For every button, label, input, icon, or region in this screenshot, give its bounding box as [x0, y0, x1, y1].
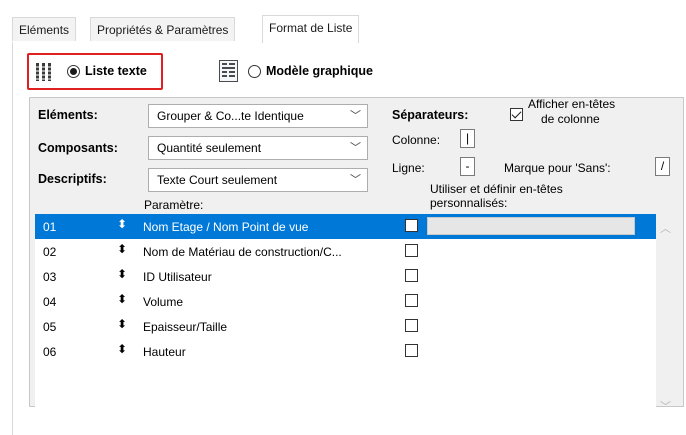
custom-header-checkbox[interactable] [405, 219, 418, 232]
components-dropdown[interactable]: Quantité seulement ﹀ [148, 136, 368, 160]
row-number: 04 [43, 295, 57, 309]
tab-strip: Eléments Propriétés & Paramètres Format … [0, 0, 686, 44]
row-number: 05 [43, 320, 57, 334]
without-mark-input[interactable]: / [655, 157, 670, 176]
show-headers-label-line2: de colonne [541, 112, 600, 126]
elements-dropdown-value: Grouper & Co...te Identique [157, 109, 304, 123]
components-label: Composants: [38, 141, 118, 155]
list-text-radio[interactable] [67, 65, 80, 78]
row-parameter-name: ID Utilisateur [143, 270, 212, 284]
column-separator-input[interactable]: | [460, 129, 475, 148]
elements-dropdown[interactable]: Grouper & Co...te Identique ﹀ [148, 104, 368, 128]
custom-headers-label-line2: personnalisés: [430, 196, 508, 210]
chevron-down-icon: ﹀ [350, 110, 361, 122]
custom-header-checkbox[interactable] [405, 269, 418, 282]
line-separator-input[interactable]: - [460, 157, 475, 176]
custom-header-checkbox[interactable] [405, 319, 418, 332]
chevron-down-icon: ﹀ [350, 142, 361, 154]
descriptifs-dropdown[interactable]: Texte Court seulement ﹀ [148, 168, 368, 192]
graphic-model-label: Modèle graphique [266, 64, 373, 78]
graphic-model-icon [219, 60, 238, 82]
tab-list-format[interactable]: Format de Liste [262, 15, 360, 43]
list-item[interactable]: 05 ⬍ Epaisseur/Taille [35, 314, 656, 339]
chevron-down-icon: ﹀ [350, 174, 361, 186]
list-item[interactable]: 03 ⬍ ID Utilisateur [35, 264, 656, 289]
parameter-list: 01 ⬍ Nom Etage / Nom Point de vue 02 ⬍ N… [35, 214, 656, 414]
row-parameter-name: Nom de Matériau de construction/C... [143, 245, 342, 259]
show-headers-checkbox[interactable] [510, 108, 523, 121]
reorder-arrows-icon[interactable]: ⬍ [117, 267, 127, 281]
components-dropdown-value: Quantité seulement [157, 141, 262, 155]
without-mark-label: Marque pour 'Sans': [504, 161, 611, 175]
custom-headers-label-line1: Utiliser et définir en-têtes [430, 182, 563, 196]
tab-properties-parameters[interactable]: Propriétés & Paramètres [90, 17, 236, 41]
reorder-arrows-icon[interactable]: ⬍ [117, 317, 127, 331]
scroll-up-icon[interactable]: ︿ [660, 220, 671, 236]
custom-header-checkbox[interactable] [405, 244, 418, 257]
row-parameter-name: Nom Etage / Nom Point de vue [143, 220, 309, 234]
separators-title: Séparateurs: [392, 108, 469, 122]
line-separator-label: Ligne: [392, 161, 425, 175]
row-number: 03 [43, 270, 57, 284]
list-text-label: Liste texte [85, 64, 147, 78]
list-columns-icon [35, 62, 53, 82]
list-item[interactable]: 04 ⬍ Volume [35, 289, 656, 314]
reorder-arrows-icon[interactable]: ⬍ [117, 217, 127, 231]
parameter-header: Paramètre: [144, 198, 204, 212]
row-number: 02 [43, 245, 57, 259]
row-number: 06 [43, 345, 57, 359]
custom-header-checkbox[interactable] [405, 294, 418, 307]
list-item[interactable]: 06 ⬍ Hauteur [35, 339, 656, 364]
reorder-arrows-icon[interactable]: ⬍ [117, 242, 127, 256]
custom-header-input[interactable] [427, 217, 635, 235]
tab-elements[interactable]: Eléments [12, 17, 77, 41]
row-number: 01 [43, 220, 57, 234]
descriptifs-label: Descriptifs: [38, 172, 107, 186]
list-item[interactable]: 01 ⬍ Nom Etage / Nom Point de vue [35, 214, 656, 239]
descriptifs-dropdown-value: Texte Court seulement [157, 173, 278, 187]
column-separator-label: Colonne: [392, 133, 441, 147]
list-item[interactable]: 02 ⬍ Nom de Matériau de construction/C..… [35, 239, 656, 264]
row-parameter-name: Hauteur [143, 345, 186, 359]
reorder-arrows-icon[interactable]: ⬍ [117, 342, 127, 356]
graphic-model-radio[interactable] [248, 65, 261, 78]
scroll-down-icon[interactable]: ﹀ [660, 398, 671, 414]
row-parameter-name: Epaisseur/Taille [143, 320, 228, 334]
reorder-arrows-icon[interactable]: ⬍ [117, 292, 127, 306]
custom-header-checkbox[interactable] [405, 344, 418, 357]
show-headers-label-line1: Afficher en-têtes [528, 97, 616, 111]
elements-label: Eléments: [38, 108, 98, 122]
row-parameter-name: Volume [143, 295, 184, 309]
